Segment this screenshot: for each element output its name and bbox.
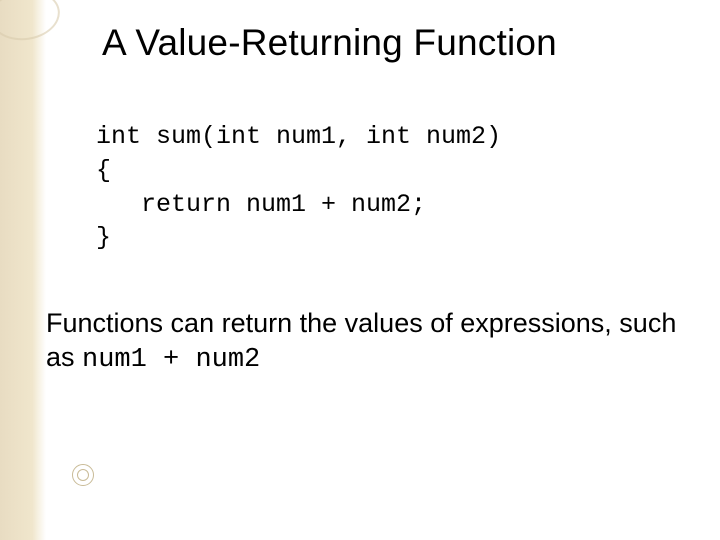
- code-block: int sum(int num1, int num2) { return num…: [96, 120, 680, 255]
- slide-description: Functions can return the values of expre…: [46, 307, 680, 378]
- slide-title: A Value-Returning Function: [102, 22, 680, 64]
- code-line-1: int sum(int num1, int num2): [96, 122, 501, 151]
- description-code-inline: num1 + num2: [82, 345, 260, 375]
- code-line-3: return num1 + num2;: [96, 190, 426, 219]
- code-line-4: }: [96, 223, 111, 252]
- inner-ring: [77, 469, 89, 481]
- slide-content: A Value-Returning Function int sum(int n…: [0, 0, 720, 540]
- code-line-2: {: [96, 156, 111, 185]
- decorative-circles-icon: [72, 464, 94, 486]
